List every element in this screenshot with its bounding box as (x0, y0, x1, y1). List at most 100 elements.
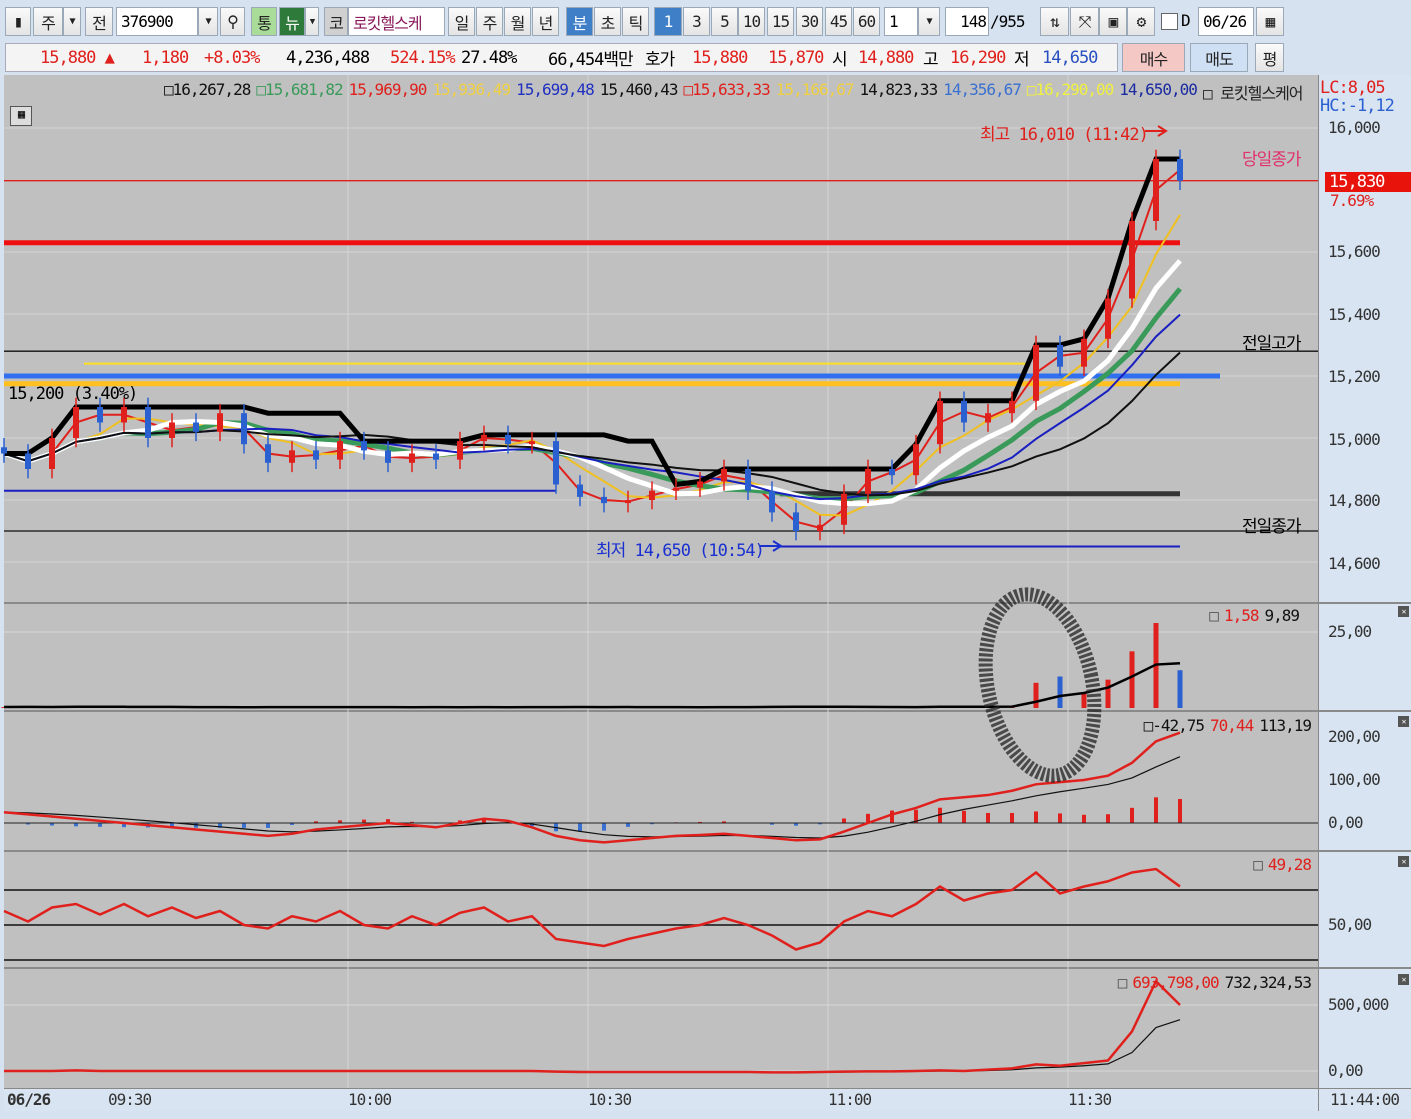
candle-body (577, 484, 583, 497)
candle-body (193, 422, 199, 432)
candle-body (505, 434, 511, 445)
candle-body (409, 453, 415, 463)
step-line (4, 156, 1180, 488)
close-panel-icon[interactable]: ✕ (1398, 716, 1409, 727)
volume-legend: □ 1,58 9,89 (1209, 606, 1300, 626)
legend-value: 113,19 (1259, 716, 1312, 735)
macd-histogram-bar (1154, 797, 1158, 823)
candle-body (721, 469, 727, 482)
candle-body (49, 438, 55, 469)
candle-body (673, 487, 679, 491)
close-panel-icon[interactable]: ✕ (1398, 974, 1409, 985)
left-annotation: 15,200 (3.40%) (8, 384, 138, 404)
candle-body (529, 441, 535, 445)
candle-body (937, 400, 943, 445)
legend-value: 9,89 (1264, 606, 1300, 625)
candle-body (73, 407, 79, 438)
osc-legend: □ 49,28 (1253, 855, 1312, 875)
price-tick: 16,000 (1328, 118, 1381, 137)
close-panel-icon[interactable]: ✕ (1398, 856, 1409, 867)
macd-histogram-bar (242, 823, 246, 828)
macd-histogram-bar (842, 818, 846, 823)
grid-toggle-icon[interactable]: ▦ (10, 106, 32, 126)
legend-value: 15,969,90 (348, 80, 428, 99)
candle-body (841, 493, 847, 525)
time-tick: 11:44:00 (1330, 1090, 1400, 1109)
price-tick: 15,200 (1328, 367, 1381, 386)
candle-body (145, 407, 151, 438)
legend-value: 693,798,00 (1132, 973, 1219, 992)
candle-body (433, 453, 439, 460)
candle-body (697, 481, 703, 488)
date-label: 06/26 (7, 1090, 51, 1109)
macd-histogram-bar (890, 810, 894, 823)
candle-body (1129, 221, 1135, 299)
osc-tick: 50,00 (1328, 915, 1372, 934)
macd-signal-line (3, 756, 1181, 839)
legend-value: □15,681,82 (256, 80, 343, 99)
macd-histogram-bar (602, 823, 606, 831)
time-tick: 09:30 (108, 1090, 152, 1109)
candle-body (25, 453, 31, 469)
candle-body (625, 500, 631, 504)
macd-legend: □-42,75 70,44 113,19 (1143, 716, 1312, 736)
level-label: 전일고가 (1242, 334, 1302, 354)
obv-legend: □ 693,798,00 732,324,53 (1117, 973, 1312, 993)
legend-value: □ (1117, 973, 1128, 992)
candle-body (1177, 159, 1183, 181)
candle-body (1, 447, 7, 454)
legend-value: 1,58 (1223, 606, 1260, 625)
candle-body (1009, 400, 1015, 414)
obv-tick: 500,000 (1328, 995, 1389, 1014)
candle-body (865, 469, 871, 494)
candle-body (337, 441, 343, 460)
macd-histogram-bar (578, 823, 582, 832)
current-pct: 7.69% (1330, 191, 1374, 210)
macd-tick: 200,00 (1328, 727, 1381, 746)
legend-value: 15,460,43 (599, 80, 679, 99)
volume-bar (1081, 692, 1087, 708)
macd-histogram-bar (98, 823, 102, 827)
macd-histogram-bar (962, 810, 966, 823)
candle-body (313, 450, 319, 460)
high-annotation: 최고 16,010 (11:42) (980, 125, 1149, 145)
legend-value: 15,936,49 (432, 80, 511, 99)
candle-body (385, 450, 391, 463)
legend-value: 15,166,67 (775, 80, 855, 99)
volume-bar (1105, 679, 1111, 708)
candle-body (1153, 159, 1159, 221)
close-panel-icon[interactable]: ✕ (1398, 606, 1409, 617)
candle-body (649, 490, 655, 500)
candle-body (289, 450, 295, 463)
candle-body (169, 422, 175, 438)
lc-value: LC:8,05 (1320, 78, 1386, 98)
legend-value: 70,44 (1210, 716, 1254, 735)
legend-value: □16,267,28 (164, 80, 251, 99)
macd-histogram-bar (1082, 814, 1086, 823)
legend-value: □16,290,00 (1026, 80, 1114, 99)
candle-body (121, 407, 127, 423)
candle-body (265, 444, 271, 463)
candle-body (361, 441, 367, 451)
legend-value: 14,650,00 (1119, 80, 1198, 99)
time-tick: 11:00 (828, 1090, 872, 1109)
obv-tick: 0,00 (1328, 1061, 1364, 1080)
macd-histogram-bar (1106, 814, 1110, 823)
candle-body (97, 407, 103, 423)
legend-value: □-42,75 (1143, 716, 1205, 735)
price-tick: 15,400 (1328, 305, 1381, 324)
level-label: 전일종가 (1242, 517, 1302, 537)
volume-tick: 25,00 (1328, 622, 1372, 641)
moving-average-line (3, 214, 1181, 517)
time-tick: 10:30 (588, 1090, 632, 1109)
legend-value: □ (1209, 606, 1219, 625)
time-tick: 11:30 (1068, 1090, 1112, 1109)
candle-body (1033, 345, 1039, 401)
legend-value: 14,356,67 (943, 80, 1022, 99)
legend-value: □15,633,33 (683, 80, 770, 99)
candle-body (961, 400, 967, 423)
candle-body (745, 469, 751, 491)
obv-line (4, 979, 1181, 1074)
legend-value: □ 로킷헬스케어 (1202, 84, 1304, 103)
legend-value: 14,823,33 (859, 80, 939, 99)
